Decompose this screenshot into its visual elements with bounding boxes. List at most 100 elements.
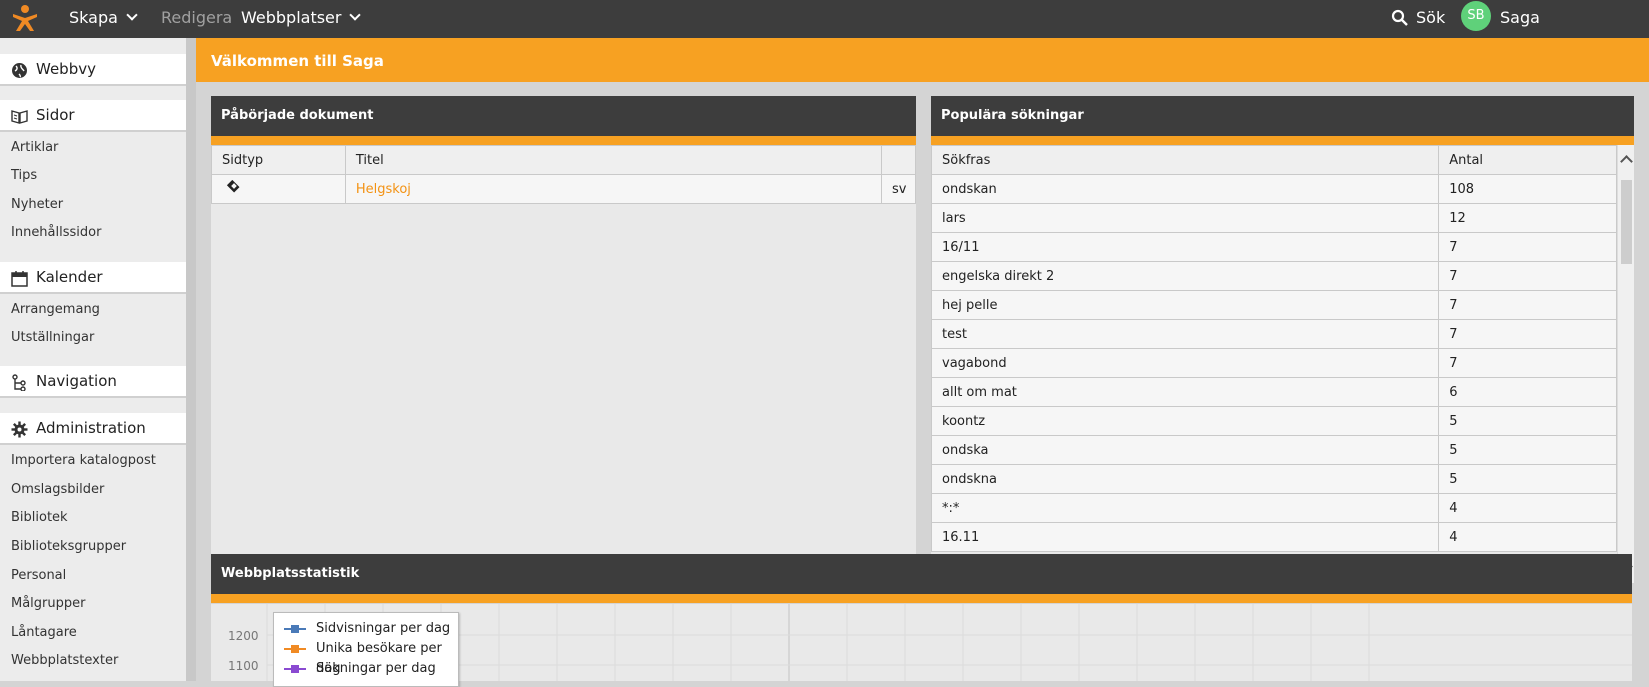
table-row[interactable]: test 7 (931, 319, 1617, 349)
table-row[interactable]: hej pelle 7 (931, 290, 1617, 320)
table-row[interactable]: *:* 4 (931, 493, 1617, 523)
column-header[interactable]: Titel (344, 145, 883, 175)
sidebar-item-borrowers[interactable]: Låntagare (11, 625, 77, 640)
table-row[interactable]: ondskan 108 (931, 174, 1617, 204)
avatar[interactable]: SB (1461, 1, 1491, 31)
table-row[interactable]: engelska direkt 27 (931, 261, 1617, 291)
search-count: 7 (1438, 261, 1617, 291)
search-phrase: vagabond (931, 348, 1440, 378)
chart-legend: Sidvisningar per dag Unika besökare per … (273, 612, 459, 687)
sidebar-item-navigation[interactable]: Navigation (0, 366, 186, 398)
create-menu[interactable]: Skapa (69, 0, 138, 36)
sidebar-item-libraries[interactable]: Bibliotek (11, 510, 68, 525)
sidebar-item-events[interactable]: Arrangemang (11, 302, 100, 317)
sidebar-item-audiences[interactable]: Målgrupper (11, 596, 85, 611)
sidebar-section-pages[interactable]: Sidor (0, 100, 186, 132)
table-row[interactable]: 16/11 7 (931, 232, 1617, 262)
search-count: 5 (1438, 406, 1617, 436)
page-title: Välkommen till Saga (196, 38, 1649, 82)
started-docs-table: Sidtyp Titel Helgskoj sv (211, 145, 916, 204)
column-header[interactable] (881, 145, 916, 175)
saga-logo-icon[interactable] (10, 3, 40, 33)
edit-link[interactable]: Redigera (161, 0, 232, 36)
doc-lang-cell: sv (881, 174, 916, 204)
sidebar-item-label: Kalender (36, 268, 103, 286)
search-count: 7 (1438, 319, 1617, 349)
y-tick-label: 1100 (228, 659, 259, 673)
legend-label: Sökningar per dag (316, 661, 436, 676)
legend-item[interactable]: Sidvisningar per dag (280, 619, 450, 639)
main-content: Välkommen till Saga Påbörjade dokument S… (196, 38, 1649, 681)
doc-title-link[interactable]: Helgskoj (344, 174, 883, 204)
sidebar-item-content-pages[interactable]: Innehållssidor (11, 225, 101, 240)
scroll-thumb[interactable] (1621, 180, 1632, 264)
search-count: 6 (1438, 377, 1617, 407)
legend-marker (291, 665, 299, 673)
create-menu-label: Skapa (69, 8, 118, 27)
search-count: 4 (1438, 493, 1617, 523)
popular-searches-panel: Sökfras Antal ondskan 108 lars 12 16/11 7 e… (931, 145, 1634, 583)
sidebar-item-articles[interactable]: Artiklar (11, 140, 58, 155)
table-row[interactable]: ondskna 5 (931, 464, 1617, 494)
y-tick-label: 1200 (228, 629, 259, 643)
sidebar-item-news[interactable]: Nyheter (11, 197, 63, 212)
started-docs-header: Påbörjade dokument (211, 96, 916, 136)
search-count: 7 (1438, 290, 1617, 320)
globe-icon (12, 63, 27, 78)
sidebar-item-exhibitions[interactable]: Utställningar (11, 330, 94, 345)
page-type-cell (211, 174, 346, 204)
search-icon[interactable] (1391, 9, 1408, 26)
search-phrase: lars (931, 203, 1440, 233)
table-row[interactable]: Helgskoj sv (211, 174, 916, 204)
search-phrase: ondskna (931, 464, 1440, 494)
scroll-up-icon[interactable] (1620, 155, 1633, 168)
sidebar-section-calendar[interactable]: Kalender (0, 262, 186, 294)
column-header[interactable]: Sidtyp (211, 145, 346, 175)
site-stats-stripe (211, 594, 1632, 603)
gear-icon (11, 421, 28, 438)
user-name[interactable]: Saga Bibliotekarien (1500, 0, 1649, 63)
top-bar: Skapa Redigera Webbplatser Sök SB Saga B… (0, 0, 1649, 63)
sidebar-item-covers[interactable]: Omslagsbilder (11, 482, 104, 497)
search-count: 5 (1438, 435, 1617, 465)
sites-menu-label: Webbplatser (241, 8, 342, 27)
sidebar-item-label: Administration (36, 419, 146, 437)
table-row[interactable]: allt om mat 6 (931, 377, 1617, 407)
sidebar: Webbvy Sidor Artiklar Tips Nyheter Inneh… (0, 38, 196, 681)
sidebar-item-label: Sidor (36, 106, 75, 124)
table-row[interactable]: lars 12 (931, 203, 1617, 233)
search-count: 108 (1438, 174, 1617, 204)
sidebar-item-site-texts[interactable]: Webbplatstexter (11, 653, 118, 668)
calendar-icon (11, 271, 28, 287)
legend-marker (291, 645, 299, 653)
sidebar-section-administration[interactable]: Administration (0, 413, 186, 445)
legend-marker (291, 625, 299, 633)
column-header[interactable]: Sökfras (931, 145, 1440, 175)
sites-menu[interactable]: Webbplatser (241, 0, 362, 36)
started-docs-panel: Sidtyp Titel Helgskoj sv (211, 145, 916, 583)
search-phrase: *:* (931, 493, 1440, 523)
table-row[interactable]: koontz 5 (931, 406, 1617, 436)
sidebar-item-webview[interactable]: Webbvy (0, 54, 186, 86)
search-count: 12 (1438, 203, 1617, 233)
legend-item[interactable]: Sökningar per dag (280, 659, 436, 679)
sidebar-item-import-catalog[interactable]: Importera katalogpost (11, 453, 156, 468)
site-stats-header: Webbplatsstatistik (211, 554, 1632, 594)
table-row[interactable]: ondska 5 (931, 435, 1617, 465)
sidebar-item-label: Navigation (36, 372, 117, 390)
legend-item[interactable]: Unika besökare per dag (280, 639, 458, 676)
search-link[interactable]: Sök (1416, 0, 1445, 36)
table-row[interactable]: vagabond 7 (931, 348, 1617, 378)
scrollbar[interactable] (1617, 145, 1634, 583)
site-stats-chart: 1200 1100 Sidvisningar per dag Unika bes… (211, 604, 1632, 687)
popular-searches-header: Populära sökningar (931, 96, 1634, 136)
search-phrase: allt om mat (931, 377, 1440, 407)
search-phrase: test (931, 319, 1440, 349)
table-row[interactable]: 16.11 4 (931, 522, 1617, 552)
sidebar-item-library-groups[interactable]: Biblioteksgrupper (11, 539, 126, 554)
chevron-down-icon (126, 9, 138, 21)
legend-label: Sidvisningar per dag (316, 621, 451, 636)
sidebar-item-tips[interactable]: Tips (11, 168, 37, 183)
sidebar-item-staff[interactable]: Personal (11, 568, 66, 583)
column-header[interactable]: Antal (1438, 145, 1617, 175)
